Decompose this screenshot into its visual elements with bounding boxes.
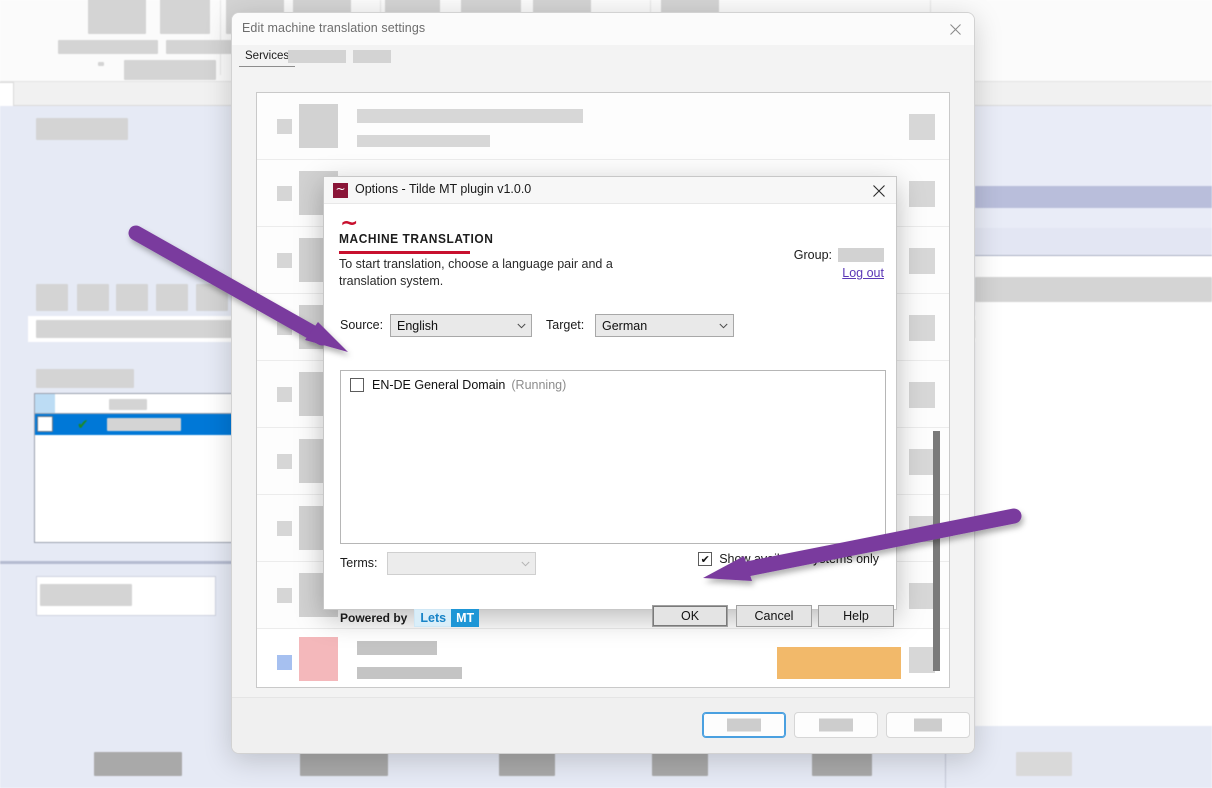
list-item-checkbox[interactable] xyxy=(277,588,292,603)
chevron-down-icon xyxy=(515,323,531,329)
target-language-select[interactable]: German xyxy=(595,314,734,337)
list-item-action[interactable] xyxy=(909,382,935,408)
ribbon-group xyxy=(36,0,221,80)
list-item-subtitle xyxy=(357,667,462,679)
group-label: Group: xyxy=(793,248,832,262)
list-item-action[interactable] xyxy=(909,449,935,475)
target-label: Target: xyxy=(546,318,585,332)
letsmt-logo-part2: MT xyxy=(451,609,480,627)
logout-link[interactable]: Log out xyxy=(842,266,884,280)
list-item-title xyxy=(357,109,583,123)
list-item-action[interactable] xyxy=(909,647,935,673)
group-value xyxy=(838,248,884,262)
cancel-button[interactable]: Cancel xyxy=(736,605,812,627)
list-item-checkbox[interactable] xyxy=(277,186,292,201)
system-status: (Running) xyxy=(511,378,567,392)
list-item-action[interactable] xyxy=(909,248,935,274)
list-item-badge xyxy=(777,647,901,679)
list-item[interactable] xyxy=(257,93,949,160)
options-dialog-body: ~ MACHINE TRANSLATION To start translati… xyxy=(324,204,896,627)
list-item-title xyxy=(357,641,437,655)
list-item-action[interactable] xyxy=(909,583,935,609)
tilde-logo-icon: ~ xyxy=(333,183,348,198)
options-tilde-mt-dialog: ~ Options - Tilde MT plugin v1.0.0 ~ MAC… xyxy=(323,176,897,627)
list-item-action[interactable] xyxy=(909,181,935,207)
system-checkbox[interactable] xyxy=(350,378,364,392)
list-item-action[interactable] xyxy=(909,315,935,341)
language-pair-row: Source: English Target: German xyxy=(324,314,896,340)
show-available-systems-row[interactable]: ✔ Show available systems only xyxy=(698,552,879,566)
options-titlebar: ~ Options - Tilde MT plugin v1.0.0 xyxy=(324,177,896,204)
source-language-value: English xyxy=(397,318,438,333)
translation-systems-list[interactable]: EN-DE General Domain (Running) xyxy=(340,370,886,544)
list-item-icon xyxy=(299,637,338,681)
list-item[interactable] xyxy=(257,629,949,687)
powered-by: Powered by Lets MT xyxy=(340,609,480,627)
tab-redacted-1[interactable] xyxy=(288,50,346,63)
tab-services[interactable]: Services xyxy=(239,45,296,67)
source-language-select[interactable]: English xyxy=(390,314,532,337)
group-row: Group: xyxy=(794,248,884,262)
list-item-action[interactable] xyxy=(909,516,935,542)
list-item-checkbox[interactable] xyxy=(277,655,292,670)
help-button[interactable]: Help xyxy=(818,605,894,627)
list-item-action[interactable] xyxy=(909,114,935,140)
brand-description: To start translation, choose a language … xyxy=(339,257,613,288)
outer-dialog-titlebar: Edit machine translation settings xyxy=(232,13,974,45)
powered-by-label: Powered by xyxy=(340,611,408,625)
footer-button-primary[interactable] xyxy=(702,712,786,738)
ok-button[interactable]: OK xyxy=(652,605,728,627)
background-tab xyxy=(0,82,14,106)
letsmt-logo-part1: Lets xyxy=(414,609,452,627)
close-icon[interactable] xyxy=(868,181,890,201)
outer-dialog-footer xyxy=(232,697,974,753)
outer-dialog-tabs: Services xyxy=(232,45,974,67)
chevron-down-icon xyxy=(519,561,535,567)
show-available-checkbox[interactable]: ✔ xyxy=(698,552,713,566)
chevron-down-icon xyxy=(717,323,733,329)
target-language-value: German xyxy=(602,318,648,333)
services-list-scrollbar[interactable] xyxy=(933,431,940,671)
close-icon[interactable] xyxy=(944,19,966,39)
outer-dialog-title: Edit machine translation settings xyxy=(242,21,426,35)
source-label: Source: xyxy=(340,318,384,332)
tab-redacted-2[interactable] xyxy=(353,50,391,63)
system-name: EN-DE General Domain xyxy=(372,378,506,392)
list-item-checkbox[interactable] xyxy=(277,454,292,469)
list-item-icon xyxy=(299,104,338,148)
terms-label: Terms: xyxy=(340,556,378,570)
list-item-subtitle xyxy=(357,135,490,147)
show-available-label: Show available systems only xyxy=(719,552,879,566)
tab-services-label: Services xyxy=(245,49,290,62)
list-item-checkbox[interactable] xyxy=(277,521,292,536)
letsmt-logo-icon: Lets MT xyxy=(414,609,480,627)
list-item-checkbox[interactable] xyxy=(277,119,292,134)
footer-button-secondary[interactable] xyxy=(794,712,878,738)
options-dialog-title: Options - Tilde MT plugin v1.0.0 xyxy=(355,182,532,196)
brand-name: MACHINE TRANSLATION xyxy=(339,231,494,246)
screen: ✔ Edit machine translation settings Serv… xyxy=(0,0,1212,788)
brand-underline xyxy=(339,251,470,254)
tilde-glyph: ~ xyxy=(335,182,346,196)
list-item-checkbox[interactable] xyxy=(277,320,292,335)
list-item-checkbox[interactable] xyxy=(277,253,292,268)
footer-button-tertiary[interactable] xyxy=(886,712,970,738)
terms-select[interactable] xyxy=(387,552,536,575)
list-item-checkbox[interactable] xyxy=(277,387,292,402)
list-item[interactable]: EN-DE General Domain (Running) xyxy=(350,378,566,392)
check-icon: ✔ xyxy=(700,552,710,566)
